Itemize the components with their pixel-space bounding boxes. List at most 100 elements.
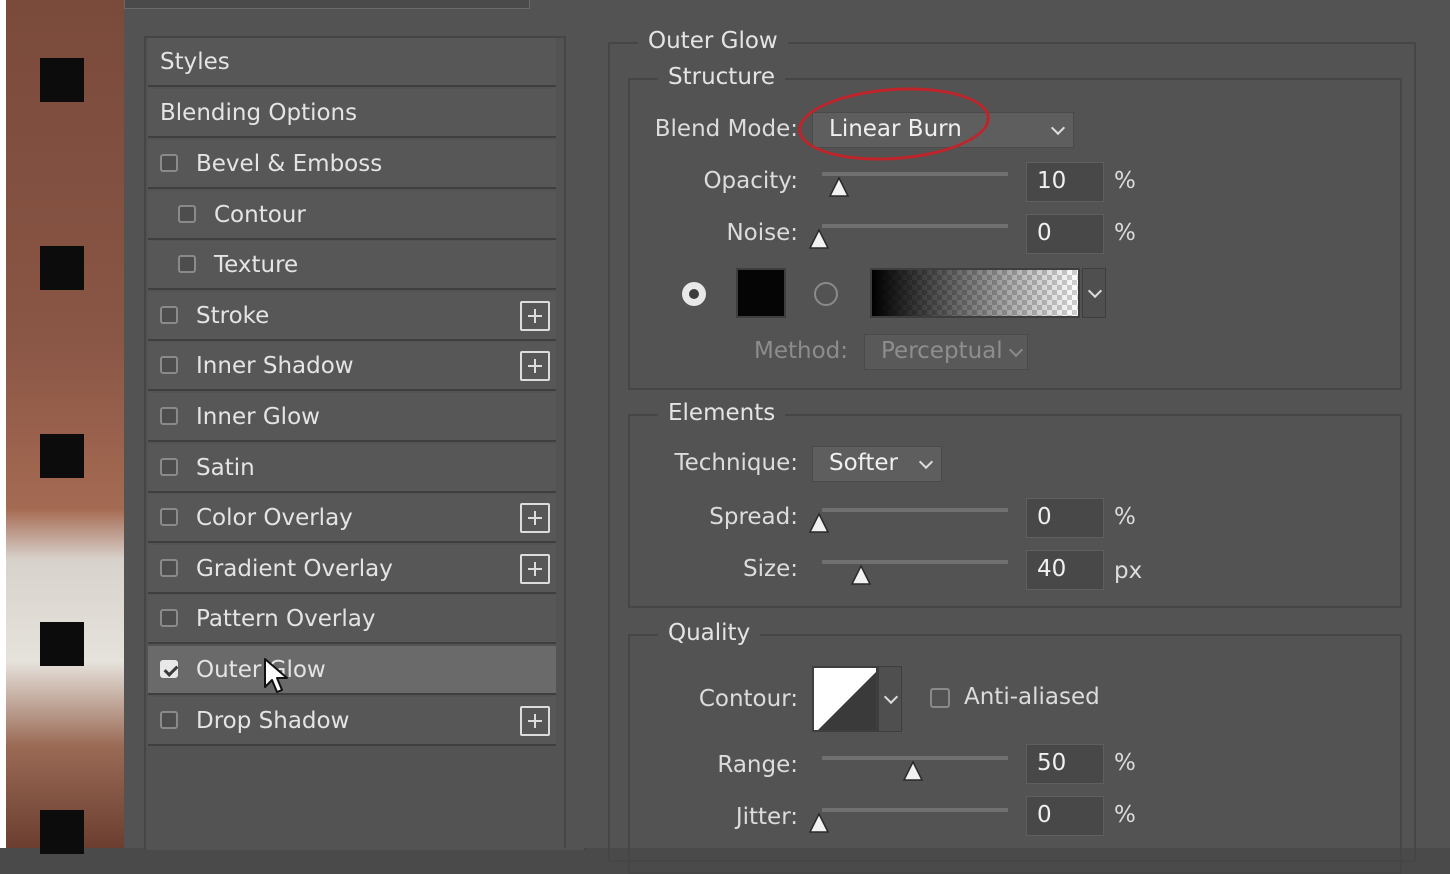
style-item-stroke[interactable]: Stroke: [148, 292, 556, 341]
technique-value: Softer: [829, 450, 898, 476]
chevron-down-icon: [883, 689, 899, 705]
style-item-label: Texture: [214, 251, 299, 278]
noise-slider-track[interactable]: [822, 224, 1008, 228]
checkbox-checked-icon[interactable]: [160, 660, 178, 678]
jitter-unit: %: [1114, 802, 1136, 828]
method-label: Method:: [753, 338, 848, 364]
checkbox-icon[interactable]: [160, 508, 178, 526]
style-item-pattern-overlay[interactable]: Pattern Overlay: [148, 595, 556, 644]
spread-label: Spread:: [709, 504, 798, 530]
checkbox-icon[interactable]: [178, 205, 196, 223]
range-input[interactable]: 50: [1026, 744, 1104, 784]
anti-aliased-checkbox[interactable]: [930, 688, 950, 708]
add-effect-icon[interactable]: [520, 301, 550, 331]
glow-color-swatch[interactable]: [736, 268, 786, 318]
style-item-label: Pattern Overlay: [196, 605, 376, 632]
blending-options[interactable]: Blending Options: [148, 89, 556, 138]
opacity-label: Opacity:: [703, 168, 798, 194]
checkbox-icon[interactable]: [160, 711, 178, 729]
spread-slider-track[interactable]: [822, 508, 1008, 512]
glow-gradient-swatch[interactable]: [870, 268, 1080, 318]
noise-unit: %: [1114, 220, 1136, 246]
elements-title: Elements: [658, 400, 786, 426]
film-hole: [40, 58, 84, 102]
checkbox-icon[interactable]: [160, 609, 178, 627]
anti-aliased-label: Anti-aliased: [964, 684, 1100, 710]
opacity-unit: %: [1114, 168, 1136, 194]
styles-header[interactable]: Styles: [148, 38, 556, 87]
contour-preview[interactable]: [812, 666, 878, 732]
range-label: Range:: [717, 752, 798, 778]
styles-header-label: Styles: [160, 48, 230, 75]
jitter-slider-track[interactable]: [822, 808, 1008, 812]
checkbox-icon[interactable]: [178, 255, 196, 273]
add-effect-icon[interactable]: [520, 503, 550, 533]
film-hole: [40, 434, 84, 478]
film-hole: [40, 622, 84, 666]
style-item-inner-shadow[interactable]: Inner Shadow: [148, 342, 556, 391]
spread-slider-thumb[interactable]: [808, 512, 830, 534]
checkbox-icon[interactable]: [160, 356, 178, 374]
layer-style-dialog: Styles Blending Options Bevel & Emboss Co…: [124, 0, 1450, 874]
opacity-input[interactable]: 10: [1026, 162, 1104, 202]
style-item-outer-glow[interactable]: Outer Glow: [148, 646, 556, 695]
chevron-down-icon: [1050, 120, 1066, 136]
method-value: Perceptual: [881, 338, 1003, 364]
style-item-contour[interactable]: Contour: [148, 191, 556, 240]
checkbox-icon[interactable]: [160, 306, 178, 324]
style-item-label: Stroke: [196, 302, 270, 329]
spread-input[interactable]: 0: [1026, 498, 1104, 538]
film-hole: [40, 810, 84, 854]
checkbox-icon[interactable]: [160, 559, 178, 577]
jitter-slider-thumb[interactable]: [808, 812, 830, 834]
checkbox-icon[interactable]: [160, 154, 178, 172]
layer-name-field-edge: [124, 0, 530, 9]
size-slider-thumb[interactable]: [850, 564, 872, 586]
size-label: Size:: [743, 556, 798, 582]
photo-edge: [0, 0, 6, 848]
styles-list-scrollbar[interactable]: [564, 36, 586, 848]
style-item-label: Bevel & Emboss: [196, 150, 383, 177]
style-item-label: Satin: [196, 454, 255, 481]
gradient-dropdown[interactable]: [1082, 268, 1106, 318]
add-effect-icon[interactable]: [520, 554, 550, 584]
method-select[interactable]: Perceptual: [864, 334, 1028, 370]
style-item-bevel-and-emboss[interactable]: Bevel & Emboss: [148, 140, 556, 189]
style-item-label: Color Overlay: [196, 504, 353, 531]
jitter-input[interactable]: 0: [1026, 796, 1104, 836]
checkbox-icon[interactable]: [160, 407, 178, 425]
range-slider-thumb[interactable]: [902, 760, 924, 782]
opacity-slider-thumb[interactable]: [828, 176, 850, 198]
film-hole: [40, 246, 84, 290]
noise-slider-thumb[interactable]: [808, 228, 830, 250]
mouse-cursor-icon: [262, 656, 290, 696]
gradient-radio[interactable]: [814, 282, 838, 306]
blend-mode-label: Blend Mode:: [654, 116, 798, 142]
solid-color-radio[interactable]: [682, 282, 706, 306]
style-item-gradient-overlay[interactable]: Gradient Overlay: [148, 545, 556, 594]
style-item-label: Contour: [214, 201, 306, 228]
blending-options-label: Blending Options: [160, 99, 358, 126]
noise-input[interactable]: 0: [1026, 214, 1104, 254]
style-item-texture[interactable]: Texture: [148, 241, 556, 290]
checkbox-icon[interactable]: [160, 458, 178, 476]
style-item-drop-shadow[interactable]: Drop Shadow: [148, 697, 556, 746]
style-item-satin[interactable]: Satin: [148, 444, 556, 493]
jitter-label: Jitter:: [735, 804, 798, 830]
chevron-down-icon: [1008, 342, 1024, 358]
contour-label: Contour:: [698, 686, 798, 712]
style-item-color-overlay[interactable]: Color Overlay: [148, 494, 556, 543]
contour-dropdown[interactable]: [878, 666, 902, 732]
add-effect-icon[interactable]: [520, 351, 550, 381]
style-item-label: Gradient Overlay: [196, 555, 393, 582]
quality-title: Quality: [658, 620, 761, 646]
technique-select[interactable]: Softer: [812, 446, 942, 482]
style-item-inner-glow[interactable]: Inner Glow: [148, 393, 556, 442]
size-input[interactable]: 40: [1026, 550, 1104, 590]
styles-list: Styles Blending Options Bevel & Emboss Co…: [144, 36, 586, 850]
chevron-down-icon: [918, 454, 934, 470]
add-effect-icon[interactable]: [520, 706, 550, 736]
spread-unit: %: [1114, 504, 1136, 530]
technique-label: Technique:: [674, 450, 798, 476]
size-unit: px: [1114, 558, 1143, 584]
